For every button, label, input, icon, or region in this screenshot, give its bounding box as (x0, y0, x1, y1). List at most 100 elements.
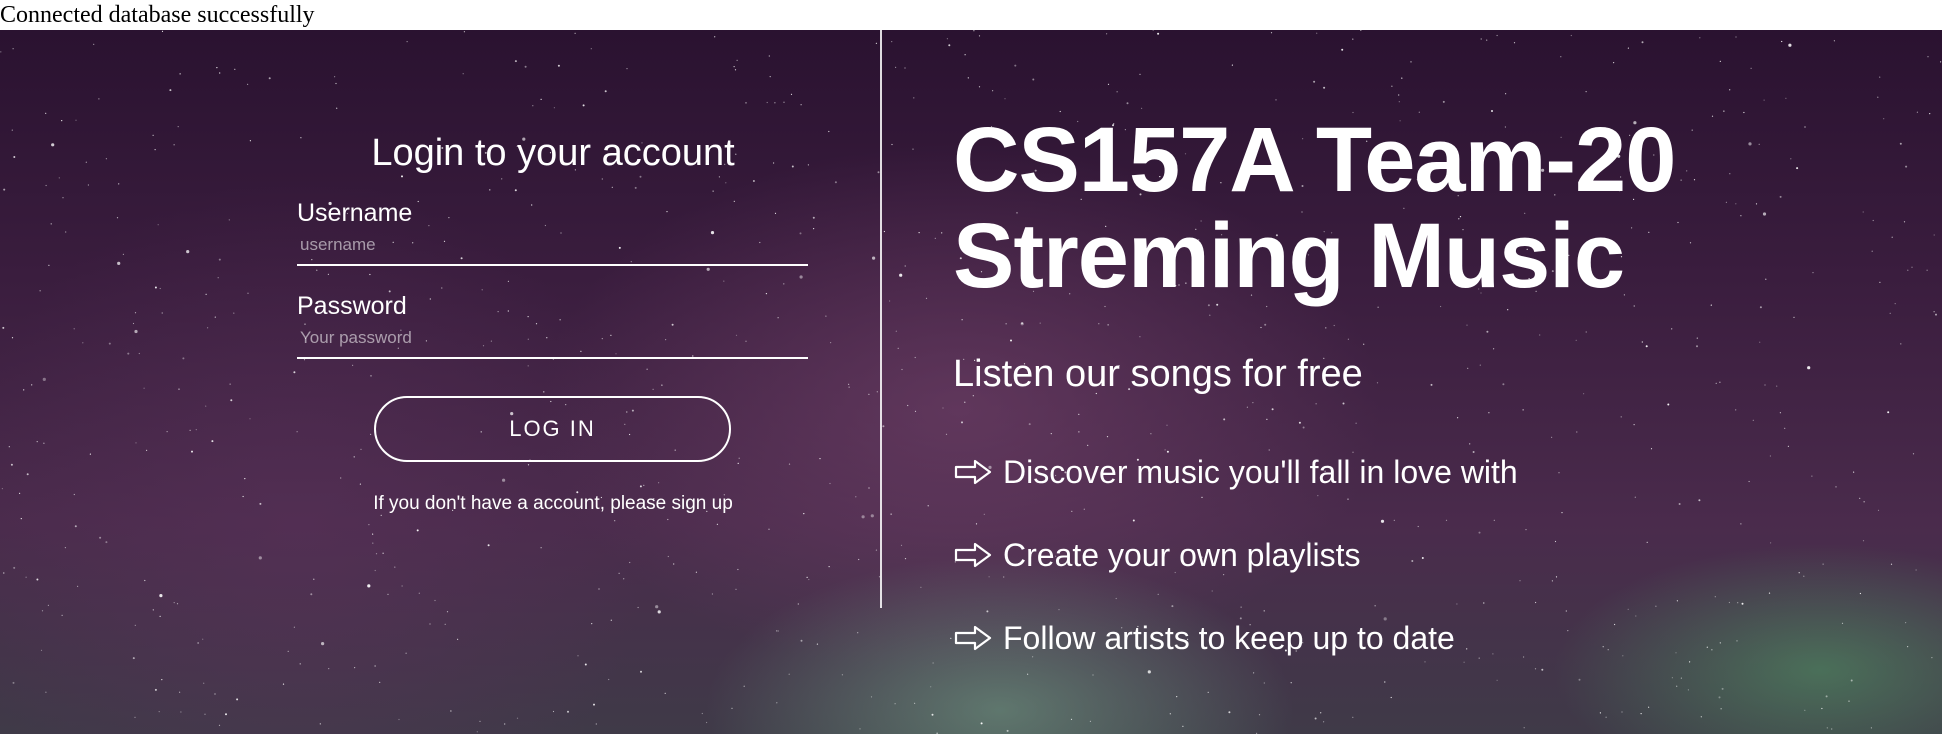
star (65, 231, 67, 233)
star (706, 721, 708, 724)
star (205, 405, 207, 407)
star (51, 143, 55, 147)
star (446, 611, 449, 613)
star (907, 404, 909, 407)
star (743, 685, 745, 687)
star (479, 720, 481, 723)
password-input[interactable] (297, 325, 808, 359)
star (132, 657, 135, 660)
star (61, 120, 63, 122)
star (899, 273, 903, 277)
star (457, 638, 459, 640)
star (450, 710, 452, 712)
star (43, 442, 45, 444)
star (268, 77, 271, 80)
star (205, 293, 207, 295)
feature-text: Follow artists to keep up to date (1003, 620, 1455, 656)
feature-item: Discover music you'll fall in love with (953, 452, 1518, 492)
star (189, 429, 191, 431)
star (872, 256, 876, 260)
star (216, 67, 218, 69)
star (161, 679, 163, 681)
star (152, 134, 154, 136)
star (904, 558, 907, 560)
star (819, 458, 821, 460)
star (918, 232, 920, 234)
star (328, 668, 330, 670)
feature-text: Create your own playlists (1003, 537, 1361, 573)
star (299, 663, 301, 665)
star (1940, 61, 1942, 63)
star (282, 683, 285, 685)
star (934, 237, 936, 239)
star (8, 446, 10, 448)
star (204, 713, 206, 715)
star (218, 724, 221, 726)
star (876, 391, 878, 393)
star (516, 717, 519, 719)
star (122, 253, 124, 255)
star (891, 143, 893, 146)
star (10, 463, 13, 466)
star (848, 386, 850, 388)
star (159, 615, 161, 618)
star (247, 292, 249, 294)
headline-line-1: CS157A Team-20 (953, 109, 1676, 211)
star (89, 453, 91, 455)
star (608, 678, 610, 681)
star (166, 431, 168, 433)
star (58, 177, 60, 179)
star (177, 126, 179, 128)
star (45, 691, 47, 693)
star (13, 566, 16, 569)
star (890, 513, 892, 515)
star (942, 407, 944, 409)
star (143, 387, 145, 389)
star (161, 30, 164, 32)
star (242, 495, 244, 498)
star (883, 230, 886, 233)
star (476, 731, 478, 733)
star (914, 410, 917, 412)
star (258, 556, 262, 560)
star (20, 518, 22, 520)
star (13, 156, 16, 158)
star (913, 97, 915, 99)
star (1933, 311, 1935, 313)
star (173, 144, 175, 146)
tagline: Listen our songs for free (953, 353, 1363, 395)
star (552, 710, 555, 713)
star (87, 184, 89, 186)
star (444, 623, 446, 625)
star (894, 703, 896, 705)
star (214, 693, 216, 695)
star (236, 698, 239, 701)
login-title: Login to your account (371, 132, 735, 174)
star (132, 322, 135, 325)
arrow-right-icon (954, 542, 992, 568)
star (176, 603, 179, 605)
star (105, 541, 108, 544)
arrow-right-icon (954, 459, 992, 485)
star (932, 662, 934, 664)
star (159, 287, 161, 290)
star (828, 566, 830, 568)
star (98, 98, 100, 100)
star (912, 148, 914, 150)
star (146, 449, 148, 451)
star (321, 642, 325, 646)
star (134, 716, 136, 718)
star (12, 681, 15, 684)
login-button[interactable]: LOG IN (374, 396, 731, 462)
star (178, 388, 180, 390)
star (230, 399, 233, 402)
star (31, 384, 33, 386)
star (157, 224, 159, 226)
star (591, 623, 593, 625)
star (875, 42, 878, 44)
star (828, 130, 830, 133)
star (173, 602, 175, 604)
star (108, 342, 111, 345)
signup-link[interactable]: If you don't have a account, please sign… (297, 492, 809, 516)
username-input[interactable] (297, 232, 808, 266)
